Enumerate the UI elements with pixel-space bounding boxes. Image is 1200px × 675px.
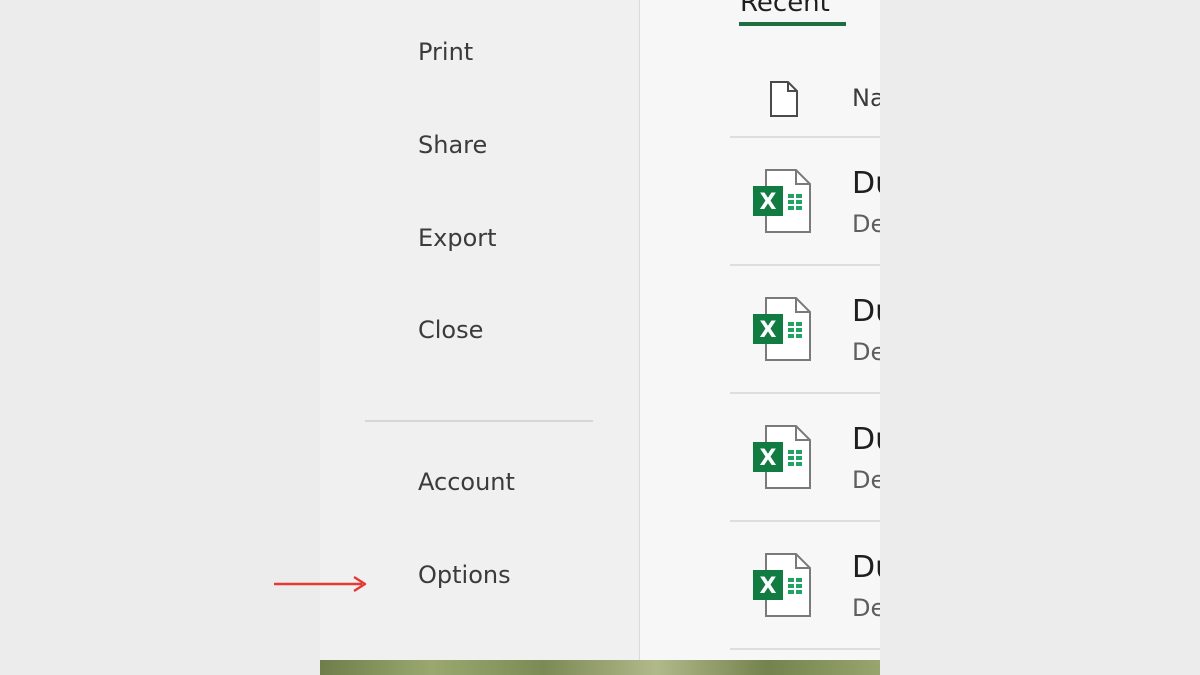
tab-recent[interactable]: Recent: [740, 0, 830, 18]
file-location: De: [852, 338, 880, 366]
column-header-name[interactable]: Na: [852, 84, 880, 112]
file-location: De: [852, 594, 880, 622]
excel-file-icon: X: [753, 553, 811, 617]
nav-item-print[interactable]: Print: [418, 38, 473, 66]
excel-file-icon: X: [753, 297, 811, 361]
file-row[interactable]: X Du De: [730, 394, 880, 522]
svg-text:X: X: [760, 190, 777, 215]
nav-item-export[interactable]: Export: [418, 224, 497, 252]
arrow-right-icon: [274, 575, 367, 593]
file-list-header: Na: [730, 70, 880, 138]
excel-file-icon: X: [753, 169, 811, 233]
file-row[interactable]: X Du De: [730, 138, 880, 266]
excel-file-icon: X: [753, 425, 811, 489]
nav-item-close[interactable]: Close: [418, 316, 483, 344]
excel-backstage-window: Print Share Export Close Account Options…: [320, 0, 880, 675]
nav-item-account[interactable]: Account: [418, 468, 515, 496]
svg-text:X: X: [760, 574, 777, 599]
file-name: Du: [852, 166, 880, 201]
svg-text:X: X: [760, 446, 777, 471]
nav-divider: [365, 420, 593, 422]
svg-text:X: X: [760, 318, 777, 343]
document-icon: [770, 81, 798, 117]
recent-files-panel: Recent Na X D De X D De X D De X D De: [640, 0, 880, 660]
file-name: Du: [852, 550, 880, 585]
screen: Print Share Export Close Account Options…: [0, 0, 1200, 675]
file-location: De: [852, 210, 880, 238]
file-row[interactable]: X Du De: [730, 266, 880, 394]
nav-item-options[interactable]: Options: [418, 561, 511, 589]
file-name: Du: [852, 422, 880, 457]
file-row[interactable]: X Du De: [730, 522, 880, 650]
background-image-strip: [320, 660, 880, 675]
tab-recent-underline: [739, 22, 846, 26]
file-location: De: [852, 466, 880, 494]
nav-item-share[interactable]: Share: [418, 131, 487, 159]
file-name: Du: [852, 294, 880, 329]
backstage-nav: Print Share Export Close Account Options: [320, 0, 640, 660]
